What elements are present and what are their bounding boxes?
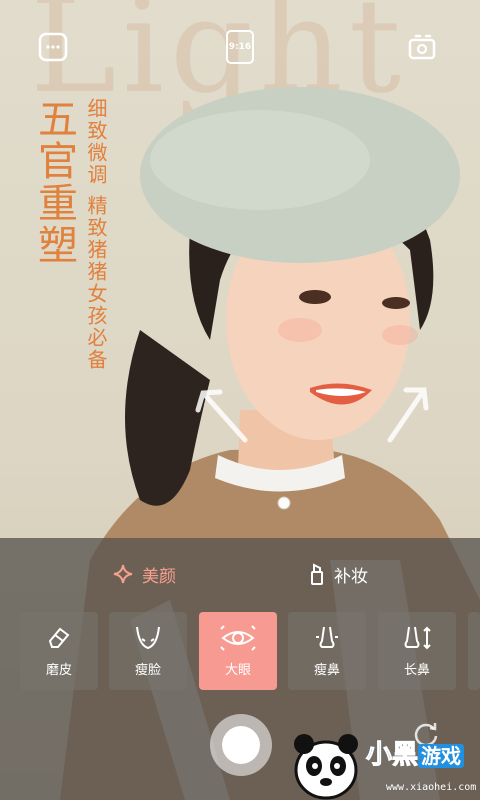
promo-headline: 五官重塑 (31, 98, 77, 266)
lipstick-icon (311, 563, 323, 585)
more-dots-icon (38, 32, 68, 62)
aspect-ratio-button[interactable]: 9:16 (223, 30, 257, 64)
tool-slim-nose-label: 瘦鼻 (313, 662, 340, 678)
brand-url: www.xiaohei.com (386, 782, 477, 793)
tool-big-eyes[interactable]: 大眼 (199, 612, 277, 690)
promo-line-1: 细致微调 (84, 98, 108, 186)
shutter-button[interactable] (210, 714, 272, 776)
tool-slim-face[interactable]: 瘦脸 (109, 612, 187, 690)
promo-line-2: 精致猪猪女孩必备 (84, 195, 108, 371)
aspect-ratio-label: 9:16 (226, 30, 254, 64)
tab-makeup-label: 补妆 (334, 566, 368, 587)
brand-name-tag: 游戏 (418, 744, 465, 768)
brand-watermark: 小黑 游戏 www.xiaohei.com (290, 726, 480, 800)
nose-slim-icon (316, 626, 338, 648)
face-slim-icon (136, 626, 160, 649)
brand-name-main: 小黑 (365, 740, 419, 771)
brand-name: 小黑 游戏 (365, 734, 465, 771)
switch-camera-button[interactable] (405, 30, 439, 64)
sparkle-diamond-icon (113, 564, 133, 584)
tool-smooth-skin[interactable]: 磨皮 (20, 612, 98, 690)
tool-more-partial[interactable] (468, 612, 480, 690)
eye-icon (220, 624, 256, 651)
tool-long-nose[interactable]: 长鼻 (378, 612, 456, 690)
tab-makeup[interactable]: 补妆 (308, 560, 368, 588)
eraser-icon (48, 627, 70, 648)
tab-beauty-label: 美颜 (142, 566, 176, 587)
tool-smooth-skin-label: 磨皮 (45, 662, 72, 678)
tool-slim-face-label: 瘦脸 (134, 662, 161, 678)
tool-big-eyes-label: 大眼 (224, 662, 251, 678)
panda-logo-icon (294, 734, 358, 800)
camera-switch-icon (408, 34, 436, 60)
camera-screen: Light 9:16 五官重塑 细致微调 精致猪猪女孩必备 美颜 补妆 磨皮 瘦… (0, 0, 480, 800)
more-options-button[interactable] (36, 30, 70, 64)
tool-slim-nose[interactable]: 瘦鼻 (288, 612, 366, 690)
shutter-inner (222, 726, 260, 764)
nose-long-icon (404, 626, 431, 649)
tab-beauty[interactable]: 美颜 (112, 560, 176, 588)
tool-long-nose-label: 长鼻 (403, 662, 430, 678)
